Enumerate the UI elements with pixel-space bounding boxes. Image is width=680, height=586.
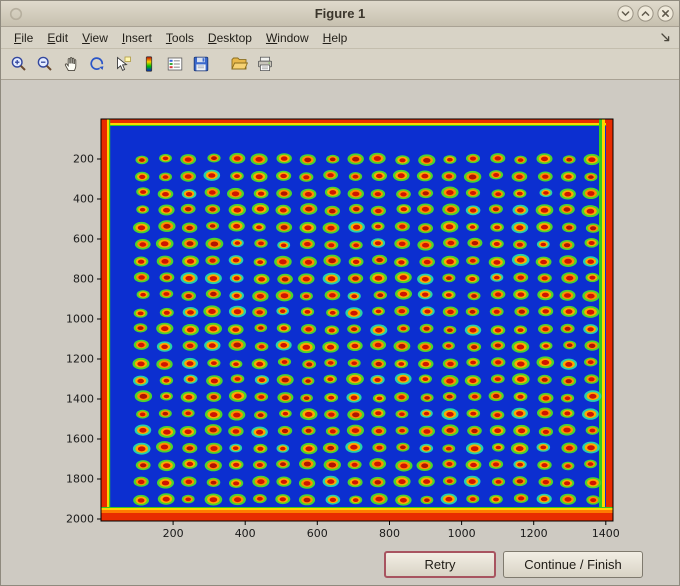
window-menu-icon[interactable] bbox=[9, 7, 23, 26]
continue-finish-button[interactable]: Continue / Finish bbox=[503, 551, 643, 578]
zoom-out-button[interactable] bbox=[33, 52, 57, 76]
rotate-3d-button[interactable] bbox=[85, 52, 109, 76]
y-axis-ticks: 200 400 600 800 1000 1200 1400 1600 1800 2000 bbox=[66, 153, 101, 526]
dock-figure-icon[interactable] bbox=[659, 31, 673, 48]
insert-legend-icon bbox=[167, 57, 183, 71]
svg-text:1400: 1400 bbox=[66, 393, 94, 406]
menu-item-insert[interactable]: Insert bbox=[115, 28, 159, 48]
insert-colorbar-icon bbox=[145, 56, 153, 72]
svg-text:1600: 1600 bbox=[66, 433, 94, 446]
window-title: Figure 1 bbox=[314, 6, 366, 21]
collapse-button[interactable] bbox=[617, 5, 634, 22]
retry-button[interactable]: Retry bbox=[384, 551, 496, 578]
menu-bar: File Edit View Insert Tools Desktop Window Help bbox=[1, 27, 679, 49]
zoom-in-icon bbox=[11, 56, 26, 71]
x-axis-ticks: 200 400 600 800 1000 1200 1400 bbox=[163, 521, 620, 540]
toolbar bbox=[1, 49, 679, 80]
close-icon bbox=[657, 5, 674, 22]
close-button[interactable] bbox=[657, 5, 674, 22]
menu-bar-items: File Edit View Insert Tools Desktop Window Help bbox=[7, 28, 354, 48]
data-cursor-button[interactable] bbox=[111, 52, 135, 76]
svg-text:600: 600 bbox=[73, 233, 94, 246]
svg-text:1000: 1000 bbox=[66, 313, 94, 326]
svg-text:800: 800 bbox=[73, 273, 94, 286]
plot-svg: 200 400 600 800 1000 1200 1400 200 400 600 800 1000… bbox=[66, 118, 620, 540]
svg-text:200: 200 bbox=[73, 153, 94, 166]
pan-icon bbox=[64, 57, 77, 72]
rotate-3d-icon bbox=[90, 57, 104, 70]
menu-item-file[interactable]: File bbox=[7, 28, 40, 48]
print-figure-button[interactable] bbox=[253, 52, 277, 76]
save-figure-button[interactable] bbox=[189, 52, 213, 76]
insert-colorbar-button[interactable] bbox=[137, 52, 161, 76]
expand-icon bbox=[637, 5, 654, 22]
figure-canvas: 200 400 600 800 1000 1200 1400 200 400 600 800 1000… bbox=[1, 80, 679, 585]
figure-window: Figure 1 File Edit View Insert Tools Desktop W… bbox=[0, 0, 680, 586]
zoom-in-button[interactable] bbox=[7, 52, 31, 76]
toolbar-separator bbox=[214, 52, 226, 76]
menu-item-window[interactable]: Window bbox=[259, 28, 316, 48]
svg-text:1400: 1400 bbox=[592, 527, 620, 540]
menu-item-desktop[interactable]: Desktop bbox=[201, 28, 259, 48]
svg-text:400: 400 bbox=[73, 193, 94, 206]
data-cursor-icon bbox=[117, 56, 131, 72]
save-figure-icon bbox=[193, 56, 209, 72]
svg-text:800: 800 bbox=[379, 527, 400, 540]
zoom-out-icon bbox=[37, 56, 52, 71]
print-figure-icon bbox=[258, 56, 272, 71]
menu-item-edit[interactable]: Edit bbox=[40, 28, 75, 48]
svg-text:1800: 1800 bbox=[66, 473, 94, 486]
svg-text:600: 600 bbox=[307, 527, 328, 540]
menu-item-view[interactable]: View bbox=[75, 28, 115, 48]
figure-axes[interactable]: 200 400 600 800 1000 1200 1400 200 400 600 800 1000… bbox=[56, 104, 656, 549]
insert-legend-button[interactable] bbox=[163, 52, 187, 76]
svg-text:400: 400 bbox=[235, 527, 256, 540]
svg-text:1200: 1200 bbox=[66, 353, 94, 366]
svg-text:1200: 1200 bbox=[520, 527, 548, 540]
expand-button[interactable] bbox=[637, 5, 654, 22]
menu-item-help[interactable]: Help bbox=[316, 28, 355, 48]
plot-image[interactable] bbox=[101, 119, 613, 521]
open-file-icon bbox=[231, 57, 248, 70]
collapse-icon bbox=[617, 5, 634, 22]
svg-text:1000: 1000 bbox=[448, 527, 476, 540]
svg-text:200: 200 bbox=[163, 527, 184, 540]
svg-text:2000: 2000 bbox=[66, 513, 94, 526]
window-controls bbox=[614, 5, 674, 22]
menu-item-tools[interactable]: Tools bbox=[159, 28, 201, 48]
open-file-button[interactable] bbox=[227, 52, 251, 76]
title-bar[interactable]: Figure 1 bbox=[1, 1, 679, 27]
pan-button[interactable] bbox=[59, 52, 83, 76]
